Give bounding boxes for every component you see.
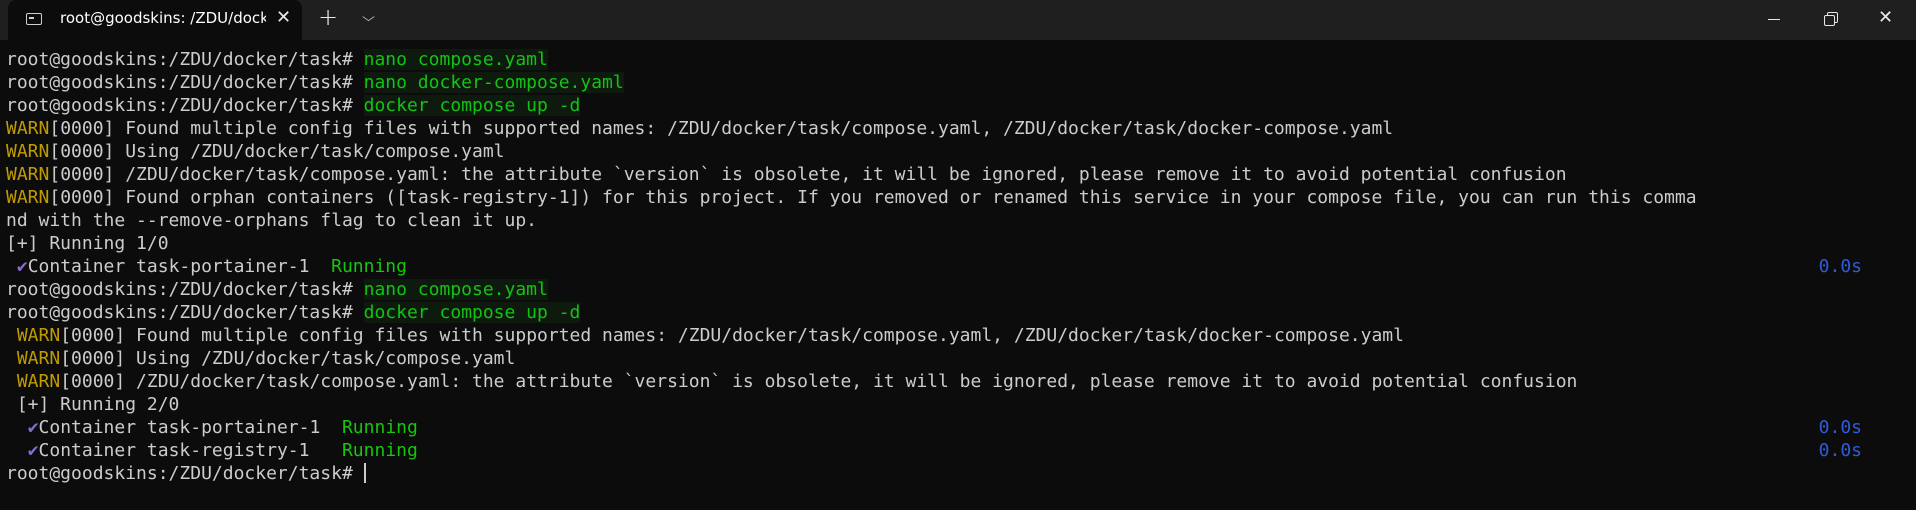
warn-label: WARN [16, 348, 61, 369]
terminal-line: [+] Running 2/0 [6, 393, 1910, 416]
command-text: nano compose.yaml [363, 49, 548, 70]
warn-message: [0000] Found orphan containers ([task-re… [49, 187, 1697, 208]
terminal-line: root@goodskins:/ZDU/docker/task# docker … [6, 94, 1910, 117]
terminal-line: root@goodskins:/ZDU/docker/task# docker … [6, 301, 1910, 324]
prompt: root@goodskins:/ZDU/docker/task# [6, 302, 353, 323]
terminal-line: WARN[0000] Using /ZDU/docker/task/compos… [6, 347, 1910, 370]
prompt: root@goodskins:/ZDU/docker/task# [6, 279, 353, 300]
terminal-line: nd with the --remove-orphans flag to cle… [6, 209, 1910, 232]
close-tab-icon[interactable]: ✕ [276, 7, 291, 28]
minimize-button[interactable] [1746, 0, 1802, 40]
command-text: docker compose up -d [363, 95, 581, 116]
warn-label: WARN [16, 325, 61, 346]
terminal-line: root@goodskins:/ZDU/docker/task# nano do… [6, 71, 1910, 94]
container-name: Container task-portainer-1 [27, 256, 332, 277]
checkmark-icon: ✔ [27, 440, 39, 461]
terminal-line: ✔Container task-registry-1 Running 0.0s [6, 439, 1910, 462]
new-tab-button[interactable]: + [318, 3, 338, 31]
warn-message: [0000] /ZDU/docker/task/compose.yaml: th… [60, 371, 1578, 392]
warn-message: [0000] Found multiple config files with … [60, 325, 1404, 346]
checkmark-icon: ✔ [16, 256, 28, 277]
checkmark-icon: ✔ [27, 417, 39, 438]
warn-label: WARN [6, 118, 50, 139]
status-text: Running [341, 440, 418, 461]
command-text: nano compose.yaml [363, 279, 548, 300]
terminal-line: WARN[0000] Found orphan containers ([tas… [6, 186, 1910, 209]
container-name: Container task-registry-1 [38, 440, 342, 461]
tab-title: root@goodskins: /ZDU/docke [60, 9, 266, 27]
terminal-line: WARN[0000] Found multiple config files w… [6, 117, 1910, 140]
terminal-tab[interactable]: root@goodskins: /ZDU/docke ✕ [8, 0, 302, 40]
warn-message: [0000] Using /ZDU/docker/task/compose.ya… [49, 141, 505, 162]
terminal-line: root@goodskins:/ZDU/docker/task# nano co… [6, 48, 1910, 71]
terminal-line: root@goodskins:/ZDU/docker/task# nano co… [6, 278, 1910, 301]
warn-label: WARN [6, 187, 50, 208]
status-text: Running [341, 417, 418, 438]
close-icon: ✕ [1878, 7, 1894, 28]
restore-icon-front [1824, 15, 1835, 26]
container-name: Container task-portainer-1 [38, 417, 342, 438]
output-text: [+] Running 2/0 [6, 394, 180, 415]
prompt: root@goodskins:/ZDU/docker/task# [6, 49, 353, 70]
output-text: nd with the --remove-orphans flag to cle… [6, 210, 538, 231]
warn-label: WARN [16, 371, 61, 392]
duration-text: 0.0s [1818, 256, 1862, 277]
status-text: Running [331, 256, 407, 277]
warn-message: [0000] Using /ZDU/docker/task/compose.ya… [60, 348, 516, 369]
prompt: root@goodskins:/ZDU/docker/task# [6, 463, 353, 484]
title-bar: root@goodskins: /ZDU/docke ✕ + ⌵ ✕ [0, 0, 1916, 40]
warn-message: [0000] Found multiple config files with … [49, 118, 1394, 139]
close-window-button[interactable]: ✕ [1858, 0, 1914, 40]
terminal-line: WARN[0000] /ZDU/docker/task/compose.yaml… [6, 163, 1910, 186]
warn-message: [0000] /ZDU/docker/task/compose.yaml: th… [49, 164, 1567, 185]
duration-text: 0.0s [1818, 417, 1862, 438]
restore-button[interactable] [1802, 0, 1858, 40]
duration-text: 0.0s [1818, 440, 1862, 461]
terminal-line: WARN[0000] /ZDU/docker/task/compose.yaml… [6, 370, 1910, 393]
terminal-line: WARN[0000] Found multiple config files w… [6, 324, 1910, 347]
text-cursor [363, 463, 366, 483]
warn-label: WARN [6, 141, 50, 162]
command-text: docker compose up -d [363, 302, 581, 323]
warn-label: WARN [6, 164, 50, 185]
terminal-line: [+] Running 1/0 [6, 232, 1910, 255]
terminal-output[interactable]: root@goodskins:/ZDU/docker/task# nano co… [6, 48, 1910, 510]
command-text: nano docker-compose.yaml [363, 72, 624, 93]
terminal-line: WARN[0000] Using /ZDU/docker/task/compos… [6, 140, 1910, 163]
prompt: root@goodskins:/ZDU/docker/task# [6, 72, 353, 93]
chevron-down-icon[interactable]: ⌵ [362, 10, 375, 25]
output-text: [+] Running 1/0 [6, 233, 169, 254]
terminal-line: ✔Container task-portainer-1 Running 0.0s [6, 416, 1910, 439]
prompt: root@goodskins:/ZDU/docker/task# [6, 95, 353, 116]
terminal-line: root@goodskins:/ZDU/docker/task# [6, 462, 1910, 485]
terminal-icon [26, 13, 42, 25]
terminal-line: ✔Container task-portainer-1 Running 0.0s [6, 255, 1910, 278]
